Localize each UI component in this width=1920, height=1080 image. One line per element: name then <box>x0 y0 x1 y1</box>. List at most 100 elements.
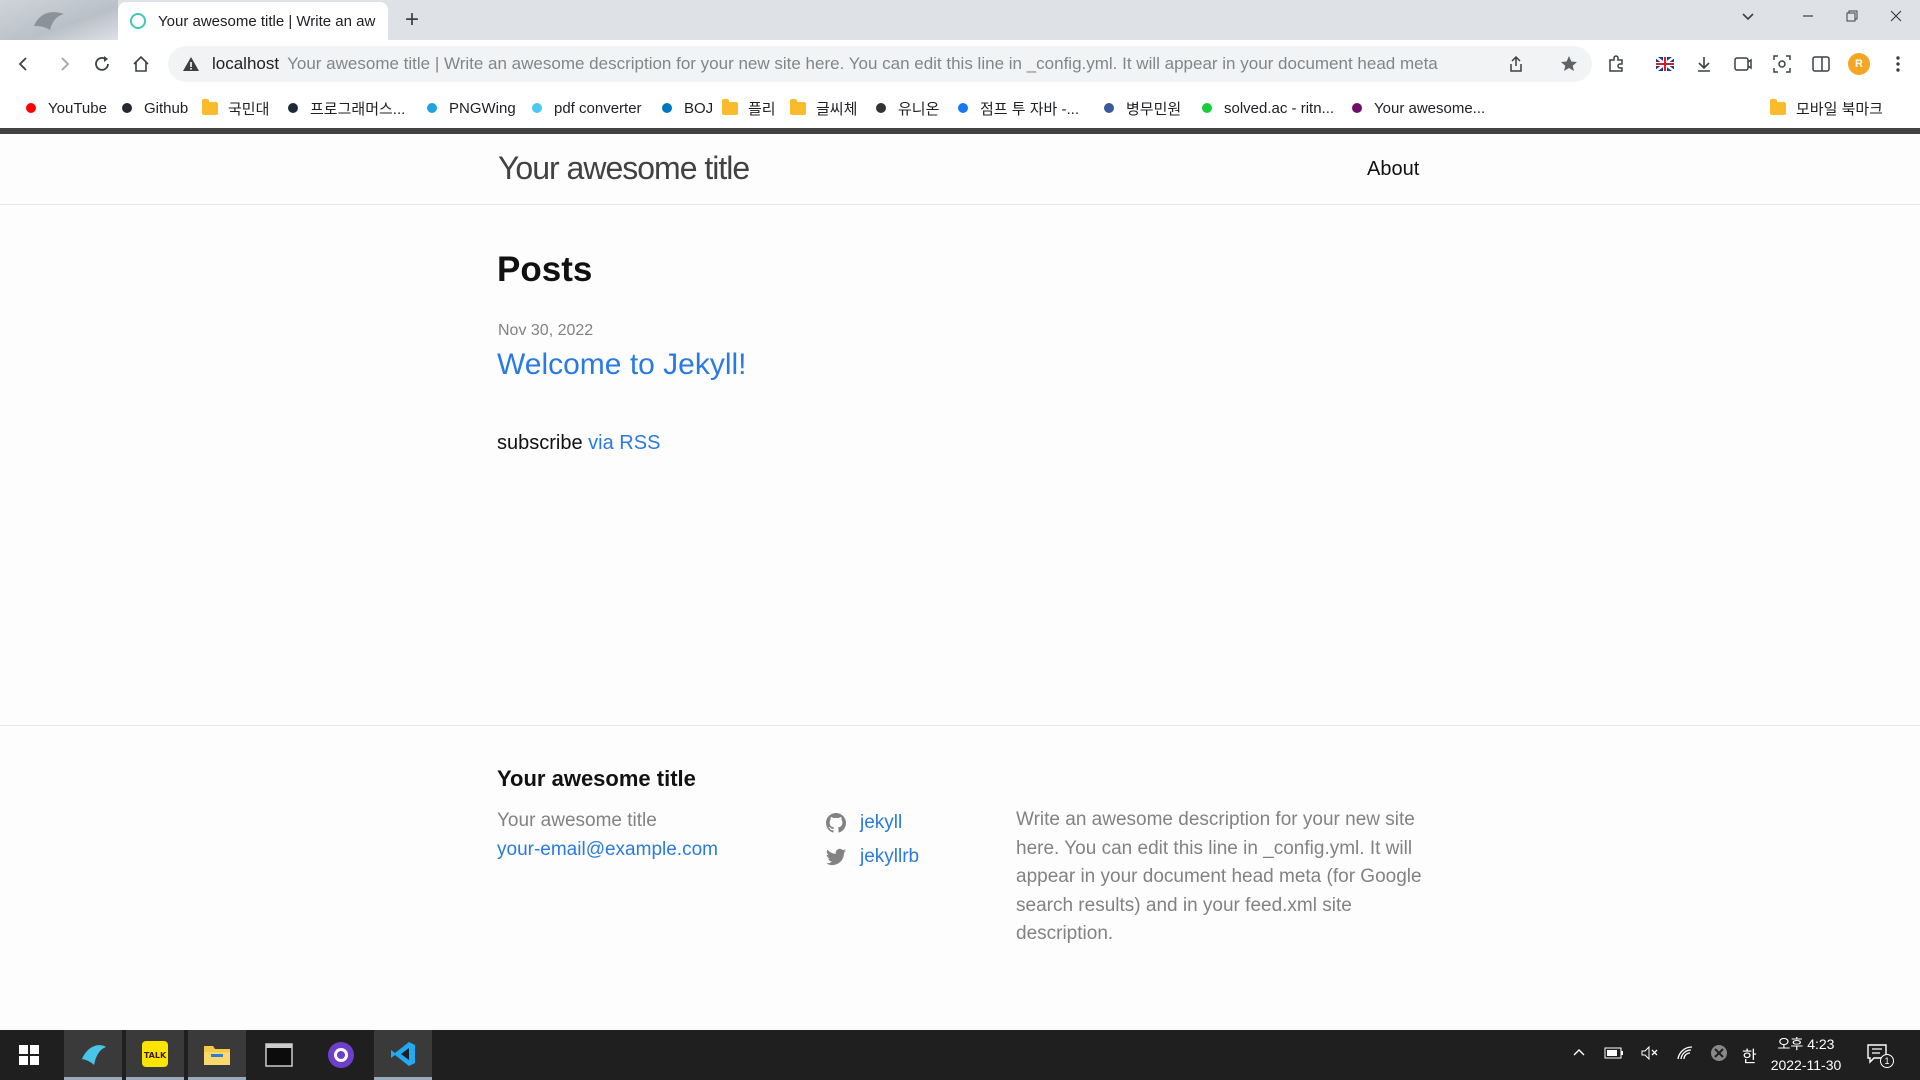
share-button[interactable] <box>1502 50 1530 78</box>
bookmark-star-button[interactable] <box>1555 50 1583 78</box>
home-button[interactable] <box>127 50 155 78</box>
taskbar-vscode-app[interactable] <box>374 1030 432 1080</box>
browser-toolbar: localhost Your awesome title | Write an … <box>0 40 1920 88</box>
clock-time: 오후 4:23 <box>1777 1036 1835 1052</box>
downloads-button[interactable] <box>1690 50 1718 78</box>
taskbar-github-desktop-app[interactable] <box>312 1030 370 1080</box>
bookmark-pngwing[interactable]: PNGWing <box>427 98 516 118</box>
minimize-button[interactable] <box>1788 4 1828 34</box>
bookmark-label: 병무민원 <box>1126 100 1182 118</box>
bookmark-label: 국민대 <box>228 100 270 118</box>
footer-contact: Your awesome title your-email@example.co… <box>497 806 718 864</box>
chrome-menu-button[interactable] <box>1884 50 1912 78</box>
kakaotalk-icon: TALK <box>142 1040 168 1067</box>
browser-tab-active[interactable]: Your awesome title | Write an awesome de… <box>118 2 388 40</box>
flag-extension-button[interactable] <box>1651 50 1679 78</box>
side-panel-button[interactable] <box>1807 50 1835 78</box>
tab-search-button[interactable] <box>1728 4 1768 34</box>
forward-button[interactable] <box>50 50 78 78</box>
bookmark-label: Github <box>144 99 189 117</box>
post-title-link[interactable]: Welcome to Jekyll! <box>497 348 747 382</box>
bookmark-label: 프로그래머스... <box>310 100 406 118</box>
puzzle-icon <box>1609 55 1623 72</box>
restore-icon <box>1846 10 1858 22</box>
volume-muted-icon[interactable] <box>1640 1045 1660 1066</box>
footer-description: Write an awesome description for your ne… <box>1016 809 1422 944</box>
profile-avatar[interactable]: R <box>1848 53 1870 75</box>
github-link[interactable]: jekyll <box>826 806 919 840</box>
bookmark-youtube[interactable]: YouTube <box>26 98 107 118</box>
not-secure-warning-icon <box>183 57 199 71</box>
taskbar-file-explorer-app[interactable] <box>188 1030 246 1080</box>
folder-icon <box>722 98 738 115</box>
site-icon <box>1352 103 1362 113</box>
network-icon[interactable] <box>1676 1045 1696 1066</box>
star-icon <box>1561 56 1577 71</box>
programmers-icon <box>288 103 298 113</box>
bookmark-boj[interactable]: BOJ <box>662 98 713 118</box>
restore-button[interactable] <box>1832 4 1872 34</box>
bookmark-label: BOJ <box>684 99 714 117</box>
reload-button[interactable] <box>88 50 116 78</box>
bookmark-pdf-converter[interactable]: pdf converter <box>532 98 642 118</box>
start-button[interactable] <box>0 1030 58 1080</box>
site-footer: Your awesome title Your awesome title yo… <box>0 725 1920 1030</box>
folder-icon <box>1770 98 1786 115</box>
rss-link[interactable]: via RSS <box>588 432 660 454</box>
arrow-left-icon <box>18 57 27 71</box>
bookmark-folder-fonts[interactable]: 글씨체 <box>790 98 857 118</box>
bookmark-solved-ac[interactable]: solved.ac - ritn... <box>1202 98 1334 118</box>
github-icon <box>826 813 846 833</box>
no-connection-icon[interactable] <box>1710 1044 1728 1067</box>
footer-email-link[interactable]: your-email@example.com <box>497 835 718 864</box>
screenshot-button[interactable] <box>1768 50 1796 78</box>
bookmark-mma[interactable]: 병무민원 <box>1104 98 1181 118</box>
site-title-link[interactable]: Your awesome title <box>498 150 750 187</box>
address-host: localhost <box>212 54 280 73</box>
home-icon <box>133 55 149 72</box>
nav-about-link[interactable]: About <box>1367 158 1419 181</box>
bookmarks-bar: YouTube Github 국민대 프로그래머스... PNGWing pdf… <box>0 88 1920 128</box>
taskbar-clock[interactable]: 오후 4:23 2022-11-30 <box>1758 1034 1854 1076</box>
taskbar-terminal-app[interactable] <box>250 1030 308 1080</box>
media-icon <box>1734 57 1752 71</box>
address-bar[interactable]: localhost Your awesome title | Write an … <box>168 46 1592 82</box>
new-tab-button[interactable]: + <box>398 6 426 34</box>
file-explorer-icon <box>204 1045 230 1065</box>
ime-indicator[interactable]: 한 <box>1742 1043 1757 1067</box>
mobile-bookmarks-folder[interactable]: 모바일 북마크 <box>1770 98 1883 118</box>
extensions-button[interactable] <box>1602 50 1630 78</box>
pngwing-icon <box>427 103 437 113</box>
bookmark-folder-kookmin[interactable]: 국민대 <box>202 98 269 118</box>
minimize-icon <box>1803 15 1813 17</box>
bookmark-github[interactable]: Github <box>122 98 188 118</box>
windows-logo-icon <box>19 1045 39 1065</box>
back-button[interactable] <box>10 50 38 78</box>
battery-icon[interactable] <box>1604 1046 1624 1065</box>
action-center-button[interactable]: 1 <box>1866 1042 1896 1068</box>
svg-text:TALK: TALK <box>144 1051 167 1060</box>
media-button[interactable] <box>1729 50 1757 78</box>
union-icon <box>876 103 886 113</box>
bird-app-icon <box>82 1044 106 1065</box>
bookmark-label: Your awesome... <box>1374 99 1486 117</box>
vscode-icon <box>391 1041 415 1066</box>
bookmark-programmers[interactable]: 프로그래머스... <box>288 98 405 118</box>
taskbar-kakaotalk-app[interactable]: TALK <box>126 1030 184 1080</box>
bookmark-jump-to-java[interactable]: 점프 투 자바 -... <box>958 98 1079 118</box>
bookmark-folder-playlist[interactable]: 플리 <box>722 98 776 118</box>
bookmark-union[interactable]: 유니온 <box>876 98 939 118</box>
bookmark-your-awesome[interactable]: Your awesome... <box>1352 98 1485 118</box>
footer-name: Your awesome title <box>497 810 657 831</box>
reload-icon <box>95 56 109 71</box>
bookmark-label: 점프 투 자바 -... <box>980 100 1080 118</box>
youtube-icon <box>26 103 36 113</box>
twitter-link[interactable]: jekyllrb <box>826 840 919 874</box>
folder-icon <box>790 98 806 115</box>
bookmark-label: 유니온 <box>898 100 940 118</box>
taskbar-chrome-app[interactable] <box>64 1030 122 1080</box>
bookmark-label: 글씨체 <box>816 100 858 118</box>
share-icon <box>1510 55 1522 72</box>
close-window-button[interactable] <box>1876 4 1916 34</box>
tray-overflow-icon[interactable] <box>1572 1046 1586 1065</box>
